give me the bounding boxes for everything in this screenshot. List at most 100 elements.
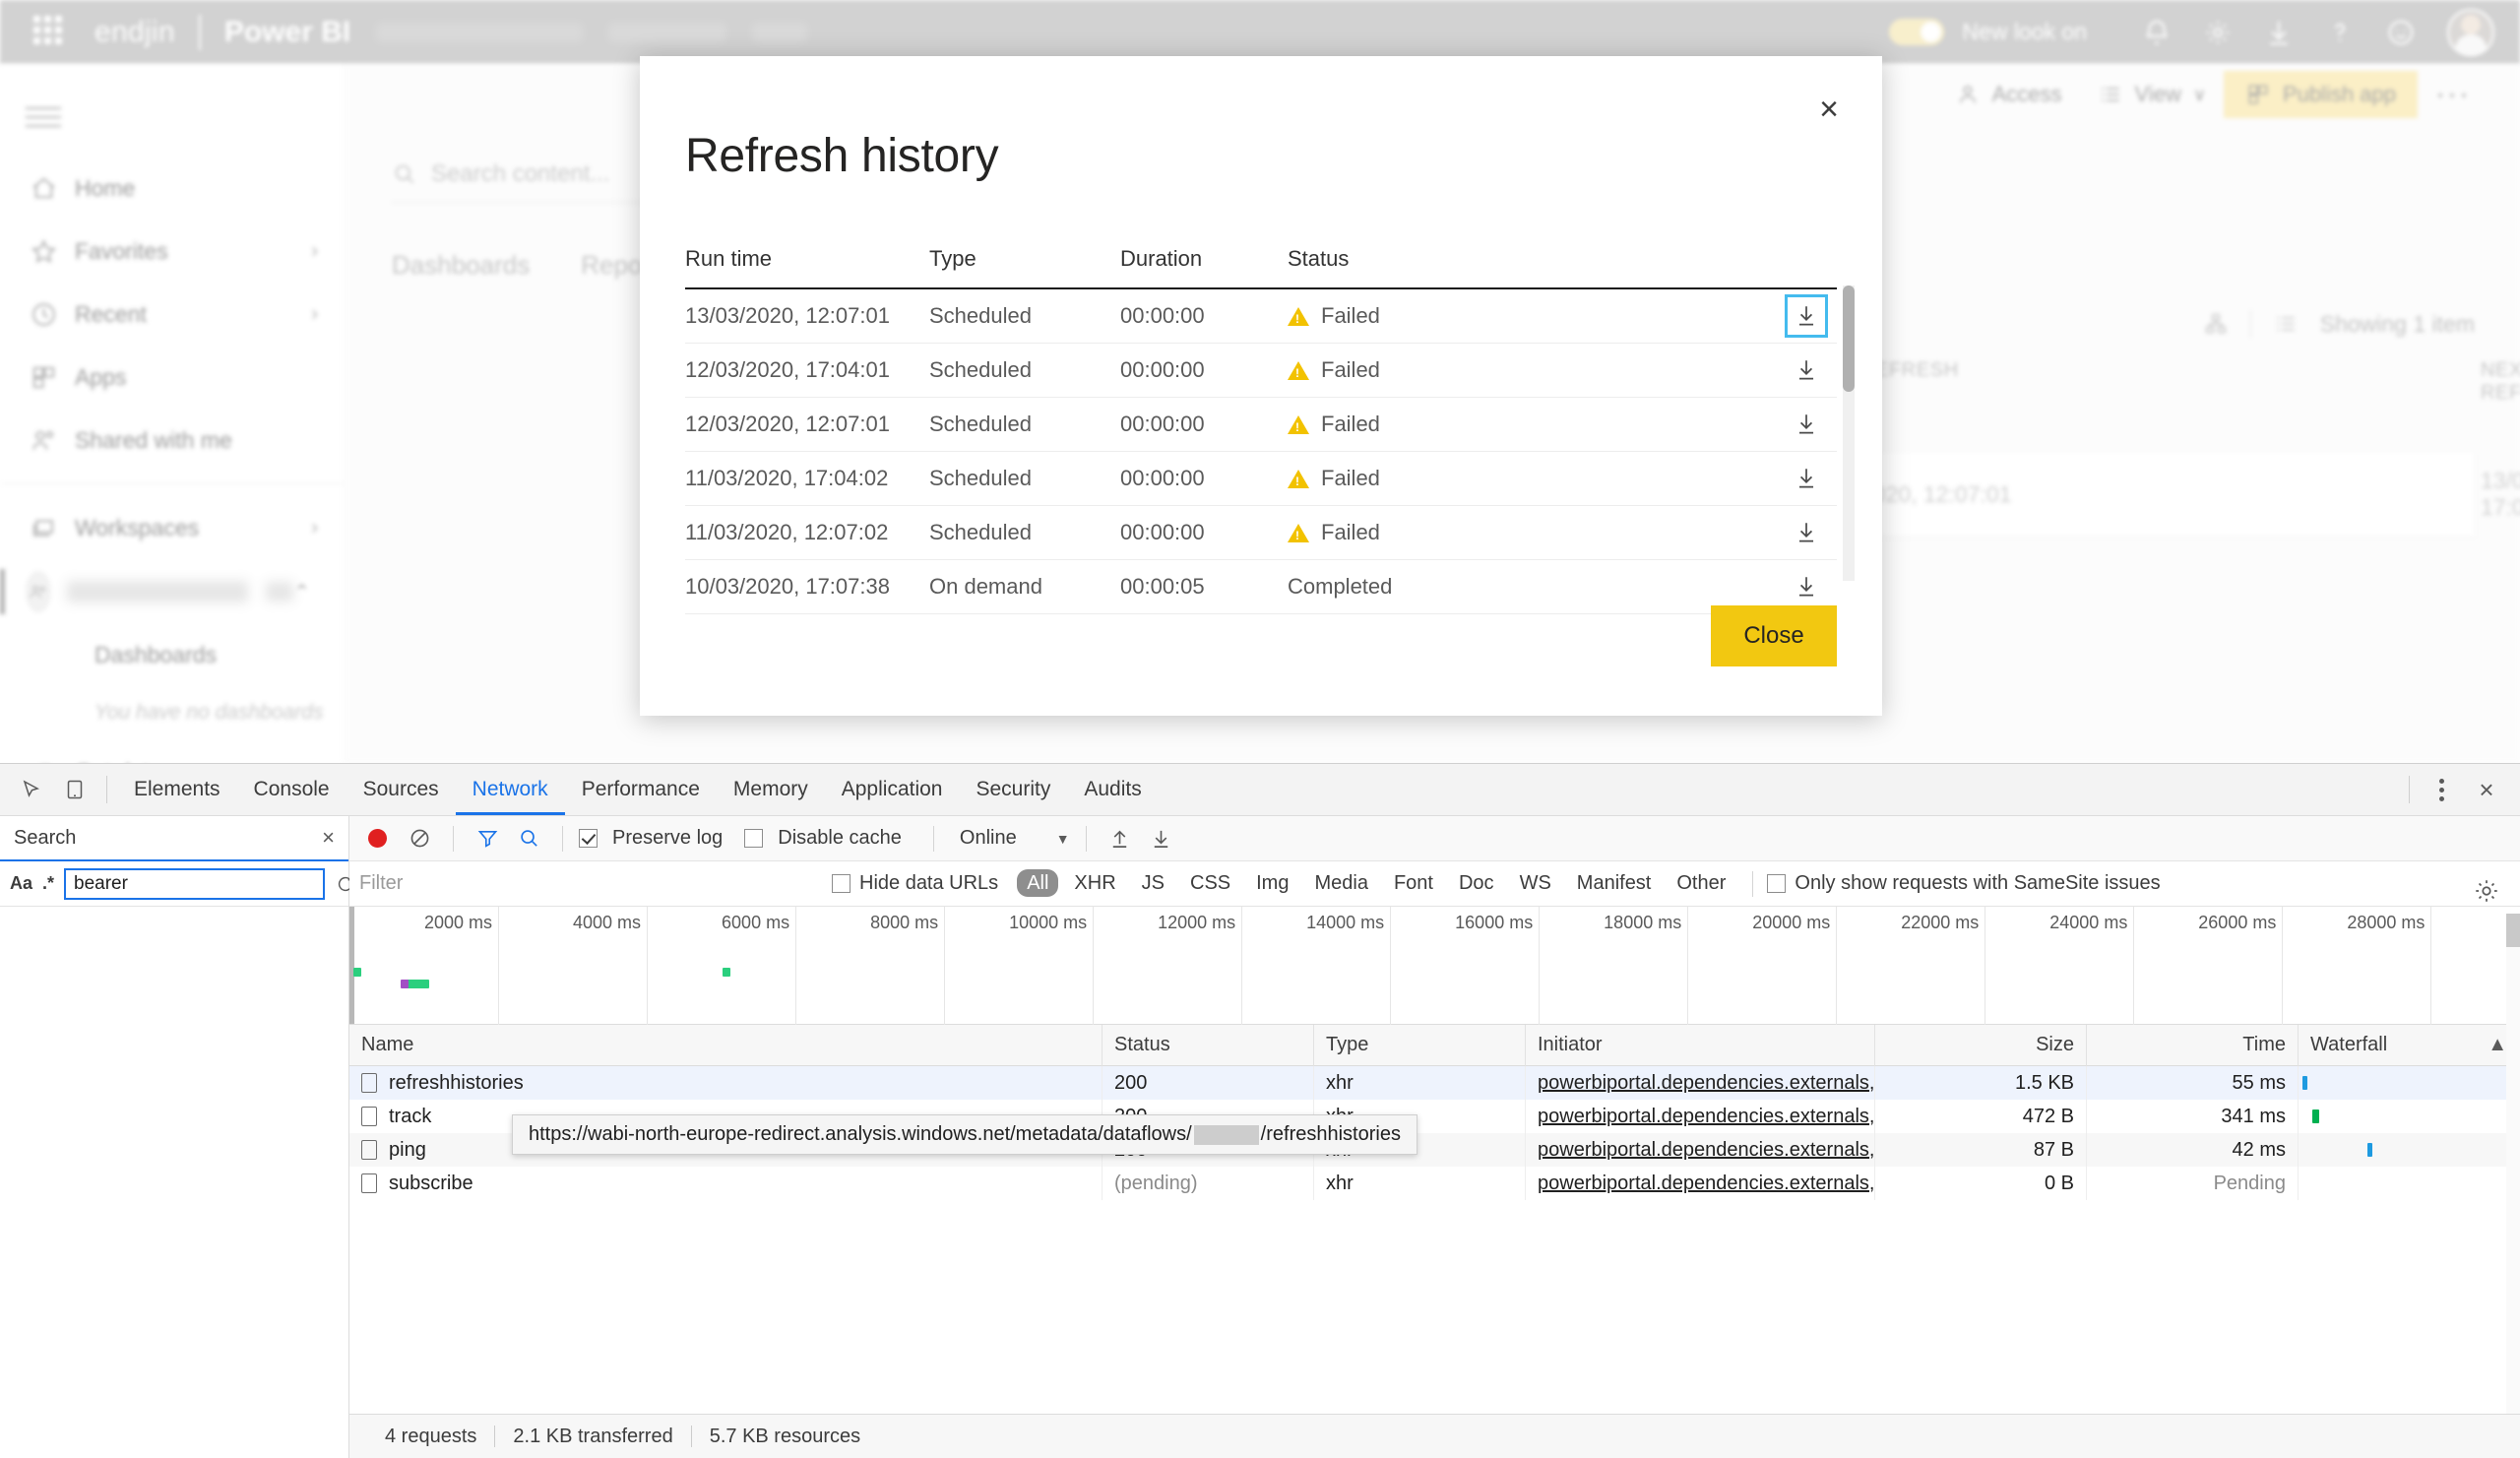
request-name-cell[interactable]: subscribe (349, 1167, 1102, 1200)
tab-dashboards[interactable]: Dashboards (392, 250, 530, 281)
network-column-waterfall[interactable]: Waterfall ▲ (2299, 1024, 2520, 1066)
sidebar-item-dashboards[interactable]: Dashboards (0, 624, 344, 685)
chevron-down-icon[interactable]: ▼ (1056, 831, 1070, 847)
initiator-link[interactable]: powerbiportal.dependencies.externals,... (1538, 1106, 1874, 1128)
network-request-row[interactable]: subscribe (pending) xhr powerbiportal.depen… (349, 1167, 2520, 1200)
view-button[interactable]: View ∨ (2080, 71, 2224, 118)
close-icon[interactable]: × (1803, 84, 1855, 135)
devtools-tab-application[interactable]: Application (825, 764, 960, 815)
sidebar-item-favorites[interactable]: Favorites › (0, 220, 344, 283)
initiator-link[interactable]: powerbiportal.dependencies.externals,... (1538, 1072, 1874, 1095)
throttling-select[interactable]: Online (950, 827, 1027, 850)
gear-icon[interactable] (2187, 2, 2248, 63)
preserve-log-checkbox[interactable] (579, 829, 598, 848)
devtools-tab-audits[interactable]: Audits (1067, 764, 1158, 815)
devtools-tab-sources[interactable]: Sources (346, 764, 456, 815)
request-name-cell[interactable]: refreshhistories (349, 1066, 1102, 1100)
sidebar-item-shared-with-me[interactable]: Shared with me (0, 409, 344, 472)
initiator-link[interactable]: powerbiportal.dependencies.externals,... (1538, 1173, 1874, 1195)
filter-type-manifest[interactable]: Manifest (1567, 869, 1662, 897)
network-vertical-scrollbar[interactable] (2506, 914, 2520, 1414)
device-toolbar-icon[interactable] (53, 768, 96, 811)
regex-icon[interactable]: .* (42, 869, 54, 899)
devtools-kebab-menu-icon[interactable] (2420, 768, 2463, 811)
publish-app-button[interactable]: Publish app (2224, 71, 2419, 118)
network-request-row[interactable]: refreshhistories 200 xhr powerbiportal.depe… (349, 1066, 2520, 1100)
waffle-menu-icon[interactable] (33, 15, 67, 49)
hide-data-urls-label[interactable]: Hide data URLs (859, 872, 998, 895)
access-button[interactable]: Access (1937, 71, 2080, 118)
network-overview-timeline[interactable]: 2000 ms 4000 ms 6000 ms 8000 ms 10000 ms 1200… (349, 907, 2520, 1025)
refresh-history-row[interactable]: 10/03/2020, 17:07:38 On demand 00:00:05 Com… (685, 560, 1837, 614)
network-column-type[interactable]: Type (1314, 1024, 1526, 1066)
download-error-icon[interactable] (1785, 294, 1828, 338)
disable-cache-checkbox[interactable] (744, 829, 764, 848)
network-column-time[interactable]: Time (2087, 1024, 2299, 1066)
download-error-icon[interactable] (1787, 567, 1826, 606)
hamburger-menu-icon[interactable] (26, 92, 77, 143)
refresh-history-row[interactable]: 12/03/2020, 12:07:01 Scheduled 00:00:00 Fai… (685, 398, 1837, 452)
devtools-tab-console[interactable]: Console (237, 764, 346, 815)
inspect-element-icon[interactable] (10, 768, 53, 811)
match-case-icon[interactable]: Aa (10, 869, 32, 899)
filter-type-xhr[interactable]: XHR (1064, 869, 1125, 897)
sidebar-item-home[interactable]: Home (0, 157, 344, 220)
scrollbar-thumb[interactable] (2506, 914, 2520, 947)
filter-type-js[interactable]: JS (1132, 869, 1174, 897)
avatar[interactable] (2447, 8, 2494, 56)
refresh-history-row[interactable]: 11/03/2020, 12:07:02 Scheduled 00:00:00 Fai… (685, 506, 1837, 560)
new-look-toggle[interactable] (1889, 19, 1945, 45)
filter-icon[interactable] (470, 821, 505, 856)
sidebar-item-active-workspace[interactable]: ⌃ (0, 559, 344, 624)
network-column-status[interactable]: Status (1102, 1024, 1314, 1066)
preserve-log-label[interactable]: Preserve log (612, 827, 723, 850)
disable-cache-label[interactable]: Disable cache (778, 827, 902, 850)
devtools-tab-performance[interactable]: Performance (565, 764, 717, 815)
timeline-left-handle[interactable] (349, 907, 354, 1024)
download-icon[interactable] (2248, 2, 2309, 63)
request-initiator-cell[interactable]: powerbiportal.dependencies.externals,... (1526, 1066, 1875, 1100)
sort-ascending-icon[interactable]: ▲ (2488, 1034, 2507, 1056)
request-initiator-cell[interactable]: powerbiportal.dependencies.externals,... (1526, 1167, 1875, 1200)
devtools-tab-network[interactable]: Network (456, 764, 565, 815)
dialog-scrollbar-thumb[interactable] (1843, 285, 1855, 392)
filter-type-font[interactable]: Font (1384, 869, 1443, 897)
sidebar-item-recent[interactable]: Recent › (0, 283, 344, 346)
export-har-icon[interactable] (1144, 821, 1179, 856)
help-icon[interactable] (2309, 2, 2370, 63)
feedback-icon[interactable] (2370, 2, 2431, 63)
devtools-tab-elements[interactable]: Elements (117, 764, 237, 815)
bell-icon[interactable] (2126, 2, 2187, 63)
search-input[interactable] (64, 867, 326, 900)
filter-type-media[interactable]: Media (1304, 869, 1377, 897)
download-error-icon[interactable] (1787, 513, 1826, 552)
filter-type-ws[interactable]: WS (1510, 869, 1561, 897)
refresh-history-row[interactable]: 12/03/2020, 17:04:01 Scheduled 00:00:00 Fai… (685, 344, 1837, 398)
more-options-button[interactable]: ··· (2418, 78, 2488, 111)
samesite-issues-checkbox[interactable] (1767, 874, 1787, 893)
close-button[interactable]: Close (1711, 605, 1837, 666)
request-initiator-cell[interactable]: powerbiportal.dependencies.externals,... (1526, 1100, 1875, 1133)
devtools-close-icon[interactable]: × (2463, 768, 2510, 811)
devtools-tab-security[interactable]: Security (959, 764, 1067, 815)
filter-type-all[interactable]: All (1017, 869, 1059, 897)
search-panel-close-icon[interactable]: × (322, 825, 335, 851)
import-har-icon[interactable] (1102, 821, 1138, 856)
network-settings-gear-icon[interactable] (2473, 877, 2506, 911)
filter-type-doc[interactable]: Doc (1449, 869, 1504, 897)
request-initiator-cell[interactable]: powerbiportal.dependencies.externals,... (1526, 1133, 1875, 1167)
filter-type-css[interactable]: CSS (1180, 869, 1240, 897)
filter-type-other[interactable]: Other (1667, 869, 1735, 897)
clear-icon[interactable] (402, 821, 437, 856)
network-column-initiator[interactable]: Initiator (1526, 1024, 1875, 1066)
hide-data-urls-checkbox[interactable] (832, 874, 850, 893)
initiator-link[interactable]: powerbiportal.dependencies.externals,... (1538, 1139, 1874, 1162)
devtools-tab-memory[interactable]: Memory (717, 764, 825, 815)
download-error-icon[interactable] (1787, 405, 1826, 444)
column-next-refresh[interactable]: NEXT REFRESH (2481, 359, 2520, 405)
network-column-size[interactable]: Size (1875, 1024, 2087, 1066)
network-column-name[interactable]: Name (349, 1024, 1102, 1066)
download-error-icon[interactable] (1787, 350, 1826, 390)
sidebar-item-get-data[interactable]: Get data (0, 740, 344, 764)
refresh-history-row[interactable]: 13/03/2020, 12:07:01 Scheduled 00:00:00 Fai… (685, 289, 1837, 344)
